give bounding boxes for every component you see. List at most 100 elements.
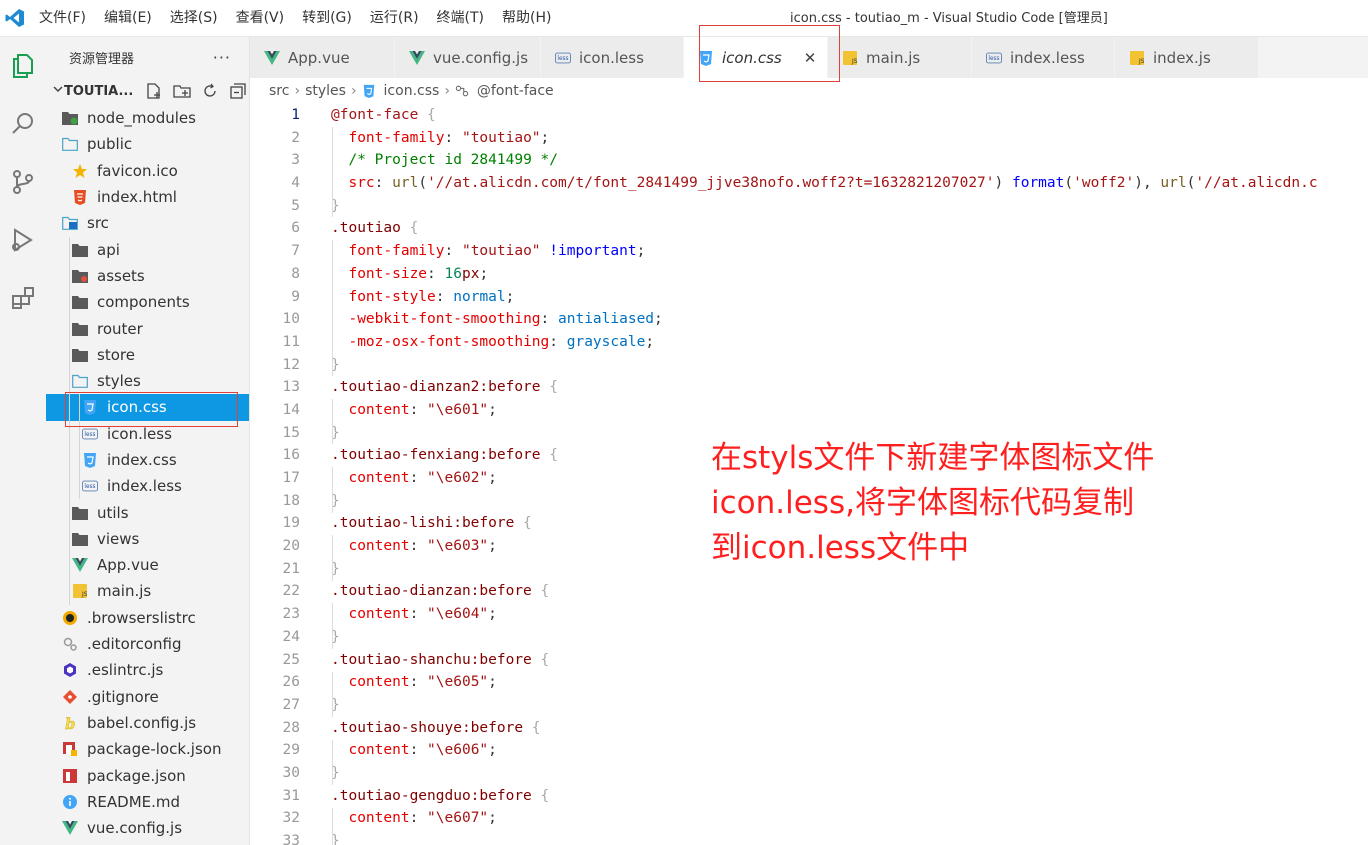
tree-item-index-css[interactable]: index.css bbox=[46, 447, 249, 473]
tree-item-label: styles bbox=[97, 372, 141, 391]
code-content: } bbox=[300, 626, 340, 649]
menu-item-1[interactable]: 编辑(E) bbox=[95, 0, 161, 37]
tree-item-app-vue[interactable]: App.vue bbox=[46, 552, 249, 578]
tab-vue-config-js[interactable]: vue.config.js bbox=[395, 37, 541, 78]
tree-item-babel-config-js[interactable]: b babel.config.js bbox=[46, 710, 249, 736]
breadcrumb-item[interactable]: src bbox=[269, 83, 289, 99]
code-token: { bbox=[523, 719, 541, 736]
line-number: 21 bbox=[282, 560, 300, 577]
tree-item-icon-less[interactable]: less icon.less bbox=[46, 421, 249, 447]
code-token: -moz-osx-font-smoothing bbox=[348, 333, 550, 350]
tree-item-utils[interactable]: utils bbox=[46, 499, 249, 525]
info-icon bbox=[62, 794, 78, 810]
tree-item-label: .editorconfig bbox=[87, 635, 182, 654]
tree-item--browserslistrc[interactable]: .browserslistrc bbox=[46, 605, 249, 631]
tree-item-api[interactable]: api bbox=[46, 236, 249, 262]
breadcrumb-item[interactable]: icon.css bbox=[384, 83, 440, 99]
code-line: 4 src: url('//at.alicdn.com/t/font_28414… bbox=[250, 172, 1368, 195]
vue-icon bbox=[72, 557, 88, 573]
tree-item-package-lock-json[interactable]: package-lock.json bbox=[46, 736, 249, 762]
code-line: 33} bbox=[250, 830, 1368, 845]
code-line: 2 font-family: "toutiao"; bbox=[250, 127, 1368, 150]
tree-item--gitignore[interactable]: .gitignore bbox=[46, 684, 249, 710]
code-token: : bbox=[409, 606, 428, 623]
folder-icon bbox=[72, 294, 88, 310]
vscode-logo-icon[interactable] bbox=[0, 0, 30, 37]
code-content: } bbox=[300, 422, 340, 445]
tree-item-node-modules[interactable]: node_modules bbox=[46, 105, 249, 131]
code-token: "\e606" bbox=[427, 742, 489, 759]
line-number: 10 bbox=[282, 311, 300, 328]
refresh-icon[interactable] bbox=[199, 80, 221, 102]
code-token: : bbox=[435, 288, 454, 305]
tree-item-components[interactable]: components bbox=[46, 289, 249, 315]
close-icon[interactable]: ✕ bbox=[804, 49, 817, 67]
tree-item-readme-md[interactable]: README.md bbox=[46, 789, 249, 815]
folder-icon bbox=[72, 347, 88, 363]
tree-item--eslintrc-js[interactable]: .eslintrc.js bbox=[46, 657, 249, 683]
code-token: { bbox=[400, 220, 419, 237]
css-icon bbox=[82, 399, 98, 416]
tab-icon-css[interactable]: icon.css ✕ bbox=[684, 37, 828, 78]
source-control-icon[interactable] bbox=[0, 153, 46, 211]
tab-main-js[interactable]: JS main.js bbox=[828, 37, 972, 78]
code-token: "\e605" bbox=[427, 674, 489, 691]
collapse-all-icon[interactable] bbox=[227, 80, 249, 102]
tree-item--editorconfig[interactable]: .editorconfig bbox=[46, 631, 249, 657]
tab-index-js[interactable]: JS index.js bbox=[1115, 37, 1259, 78]
tree-item-main-js[interactable]: JS main.js bbox=[46, 578, 249, 604]
indent-guide-styles bbox=[79, 394, 80, 500]
tab-label: icon.less bbox=[579, 48, 644, 67]
breadcrumb-item[interactable]: @font-face bbox=[477, 83, 554, 99]
code-token: .toutiao-dianzan2:before bbox=[331, 379, 541, 396]
line-number: 23 bbox=[282, 606, 300, 623]
menu-item-6[interactable]: 终端(T) bbox=[428, 0, 493, 37]
new-file-icon[interactable] bbox=[143, 80, 165, 102]
search-icon[interactable] bbox=[0, 95, 46, 153]
tree-item-index-html[interactable]: index.html bbox=[46, 184, 249, 210]
breadcrumb-item[interactable]: styles bbox=[305, 83, 346, 99]
line-number: 17 bbox=[282, 470, 300, 486]
extensions-icon[interactable] bbox=[0, 269, 46, 327]
menu-item-2[interactable]: 选择(S) bbox=[161, 0, 227, 37]
tree-item-label: utils bbox=[97, 503, 129, 522]
line-number: 25 bbox=[282, 651, 300, 668]
menu-item-5[interactable]: 运行(R) bbox=[361, 0, 428, 37]
tree-item-favicon-ico[interactable]: favicon.ico bbox=[46, 158, 249, 184]
svg-text:b: b bbox=[65, 715, 76, 731]
tree-item-styles[interactable]: styles bbox=[46, 368, 249, 394]
run-debug-icon[interactable] bbox=[0, 211, 46, 269]
tab-app-vue[interactable]: App.vue bbox=[250, 37, 395, 78]
tree-item-store[interactable]: store bbox=[46, 342, 249, 368]
tree-item-src[interactable]: src bbox=[46, 210, 249, 236]
tree-item-package-json[interactable]: package.json bbox=[46, 762, 249, 788]
code-line: 1 @font-face { bbox=[250, 104, 1368, 127]
tree-item-assets[interactable]: assets bbox=[46, 263, 249, 289]
menu-item-3[interactable]: 查看(V) bbox=[227, 0, 294, 37]
workspace-section-header[interactable]: TOUTIA... bbox=[46, 77, 249, 105]
tree-item-router[interactable]: router bbox=[46, 315, 249, 341]
new-folder-icon[interactable] bbox=[171, 80, 193, 102]
tree-item-icon-css[interactable]: icon.css bbox=[46, 394, 249, 421]
more-actions-icon[interactable]: ··· bbox=[213, 48, 231, 67]
tree-item-views[interactable]: views bbox=[46, 526, 249, 552]
tree-item-label: router bbox=[97, 319, 143, 338]
code-token: : bbox=[409, 810, 428, 827]
tab-icon-less[interactable]: less icon.less bbox=[541, 37, 684, 78]
tab-index-less[interactable]: less index.less bbox=[972, 37, 1115, 78]
tree-item-index-less[interactable]: less index.less bbox=[46, 473, 249, 499]
explorer-icon[interactable] bbox=[0, 37, 46, 95]
menu-item-0[interactable]: 文件(F) bbox=[30, 0, 95, 37]
code-token: font-style bbox=[348, 288, 436, 305]
menu-item-7[interactable]: 帮助(H) bbox=[493, 0, 560, 37]
line-number: 18 bbox=[282, 492, 300, 509]
code-token: .toutiao-dianzan:before bbox=[331, 583, 532, 600]
tree-item-public[interactable]: public bbox=[46, 131, 249, 157]
code-line: 26 content: "\e605"; bbox=[250, 671, 1368, 694]
indent-guide-src bbox=[69, 236, 70, 605]
code-line: 10 -webkit-font-smoothing: antialiased; bbox=[250, 308, 1368, 331]
menu-item-4[interactable]: 转到(G) bbox=[293, 0, 361, 37]
code-content: } bbox=[300, 558, 340, 581]
tree-item-vue-config-js[interactable]: vue.config.js bbox=[46, 815, 249, 841]
